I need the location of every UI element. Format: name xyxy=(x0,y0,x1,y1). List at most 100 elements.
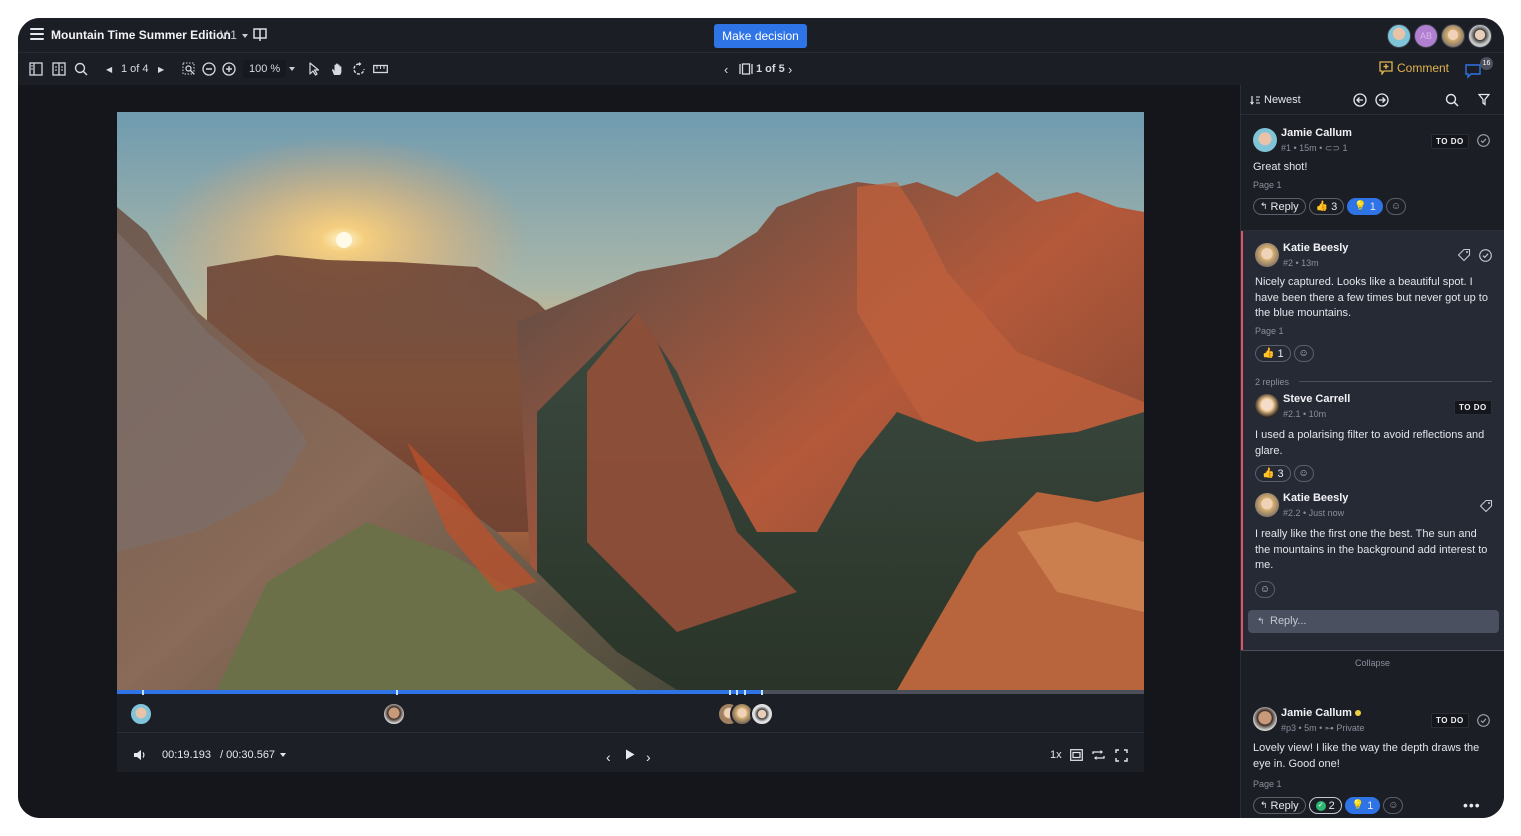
status-badge[interactable]: TO DO xyxy=(1431,713,1469,728)
loop-icon[interactable] xyxy=(1092,749,1105,761)
prev-frame-button[interactable]: ‹ xyxy=(606,749,611,765)
avatar[interactable] xyxy=(1441,24,1465,48)
duration-dropdown[interactable]: / 00:30.567 xyxy=(220,749,287,761)
zoom-dropdown[interactable] xyxy=(284,61,295,77)
comment-card[interactable]: Jamie Callum #1 • 15m • ⊂⊃ 1 TO DO Great… xyxy=(1241,116,1504,230)
next-asset-button[interactable]: › xyxy=(788,61,792,77)
avatar[interactable] xyxy=(1387,24,1411,48)
comment-marker[interactable] xyxy=(736,690,738,695)
avatar-initials: AB xyxy=(1419,31,1432,41)
caret-left-icon: ◀ xyxy=(106,64,113,74)
collapse-button[interactable]: Collapse xyxy=(1241,650,1504,670)
prev-page-button[interactable]: ◀ xyxy=(106,61,112,77)
add-reaction-button[interactable]: ☺ xyxy=(1293,345,1314,362)
menu-icon[interactable] xyxy=(30,28,44,40)
comment-author: Katie Beesly xyxy=(1283,242,1349,254)
status-badge[interactable]: TO DO xyxy=(1431,134,1469,149)
play-button[interactable] xyxy=(625,749,635,760)
like-reaction[interactable]: 👍 3 xyxy=(1255,465,1291,482)
reply-label: Reply xyxy=(1270,200,1299,213)
pointer-tool-icon[interactable] xyxy=(306,61,322,77)
approve-reaction[interactable]: ✓ 2 xyxy=(1308,797,1342,814)
zoom-out-icon[interactable] xyxy=(201,61,217,77)
prev-asset-button[interactable]: ‹ xyxy=(724,61,728,77)
resolve-check-icon[interactable] xyxy=(1477,714,1490,727)
private-label: Private xyxy=(1336,723,1365,733)
comment-text: Great shot! xyxy=(1253,161,1308,173)
add-reaction-button[interactable]: ☺ xyxy=(1255,581,1275,598)
comment-marker[interactable] xyxy=(729,690,731,695)
idea-count: 1 xyxy=(1369,200,1376,213)
sort-dropdown[interactable]: Newest xyxy=(1250,94,1301,106)
mountain-photo[interactable] xyxy=(117,112,1144,690)
search-icon[interactable] xyxy=(1445,93,1459,107)
tag-icon[interactable] xyxy=(1457,248,1471,262)
rotate-icon[interactable] xyxy=(351,61,367,77)
reply-button[interactable]: ↰ Reply xyxy=(1253,198,1306,215)
avatar xyxy=(1255,493,1279,517)
timeline-avatar[interactable] xyxy=(129,702,153,726)
next-frame-button[interactable]: › xyxy=(646,749,651,765)
prev-comment-icon[interactable] xyxy=(1353,93,1367,107)
sidebar-toggle-icon[interactable] xyxy=(28,61,44,77)
reply-arrow-icon: ↰ xyxy=(1260,201,1268,211)
comments-sidebar: Newest Jamie Callum #1 • 15m • ⊂⊃ 1 TO D… xyxy=(1240,85,1504,818)
comments-header: Newest xyxy=(1241,85,1504,115)
video-timeline: 00:19.193 / 00:30.567 ‹ › 1x xyxy=(117,690,1144,772)
add-comment-button[interactable]: Comment xyxy=(1379,61,1449,75)
idea-reaction[interactable]: 💡 1 xyxy=(1344,797,1381,814)
zoom-level-field[interactable]: 100 % xyxy=(243,60,287,78)
reply-author: Steve Carrell xyxy=(1283,393,1351,405)
comment-marker[interactable] xyxy=(142,690,144,695)
safe-zone-icon[interactable] xyxy=(1070,749,1083,761)
hand-tool-icon[interactable] xyxy=(329,61,345,77)
check-circle-icon: ✓ xyxy=(1315,800,1326,811)
fullscreen-icon[interactable] xyxy=(1115,749,1128,762)
filter-icon[interactable] xyxy=(1478,93,1490,106)
add-reaction-button[interactable]: ☺ xyxy=(1383,797,1404,814)
chevron-down-icon xyxy=(280,753,287,757)
comment-marker[interactable] xyxy=(744,690,746,695)
avatar[interactable]: AB xyxy=(1414,24,1438,48)
attachment-icon: ⊂⊃ xyxy=(1324,143,1340,153)
timeline-avatar[interactable] xyxy=(750,702,774,726)
reply-button[interactable]: ↰ Reply xyxy=(1253,797,1306,814)
compare-view-icon[interactable] xyxy=(51,61,67,77)
chevron-down-icon xyxy=(241,33,248,38)
duration-label: / 00:30.567 xyxy=(220,749,276,761)
tag-icon[interactable] xyxy=(1479,499,1493,513)
like-reaction[interactable]: 👍 3 xyxy=(1308,198,1345,215)
search-icon[interactable] xyxy=(73,61,89,77)
comment-marker[interactable] xyxy=(761,690,763,695)
comment-card[interactable]: Jamie Callum #p3 • 5m • ⊶ Private TO DO … xyxy=(1241,670,1504,818)
emoji-add-icon: ☺ xyxy=(1388,800,1399,811)
more-options-icon[interactable]: ••• xyxy=(1463,797,1481,813)
progress-fill[interactable] xyxy=(117,690,762,694)
zoom-in-icon[interactable] xyxy=(221,61,237,77)
avatar xyxy=(1255,243,1279,267)
avatar[interactable] xyxy=(1468,24,1492,48)
comment-meta: #p3 • 5m • ⊶ Private xyxy=(1281,723,1364,734)
comment-marker[interactable] xyxy=(396,690,398,695)
zoom-to-fit-icon[interactable] xyxy=(181,61,197,77)
reply-input[interactable]: ↰ Reply... xyxy=(1248,610,1499,633)
version-dropdown[interactable]: V.1 xyxy=(220,28,248,42)
presentation-icon[interactable] xyxy=(253,28,267,42)
resolve-check-icon[interactable] xyxy=(1477,134,1490,147)
add-reaction-button[interactable]: ☺ xyxy=(1293,465,1314,482)
comments-panel-button[interactable]: 16 xyxy=(1465,57,1493,79)
collaborator-avatars: AB xyxy=(1387,24,1492,48)
make-decision-button[interactable]: Make decision xyxy=(714,24,807,48)
next-comment-icon[interactable] xyxy=(1375,93,1389,107)
resolve-check-icon[interactable] xyxy=(1479,249,1492,262)
like-reaction[interactable]: 👍 1 xyxy=(1255,345,1291,362)
next-page-button[interactable]: ▶ xyxy=(158,61,164,77)
timeline-avatar[interactable] xyxy=(382,702,406,726)
playback-speed-button[interactable]: 1x xyxy=(1050,749,1062,761)
comment-text: Lovely view! I like the way the depth dr… xyxy=(1253,742,1480,770)
ruler-icon[interactable] xyxy=(372,61,388,77)
idea-reaction[interactable]: 💡 1 xyxy=(1347,198,1383,215)
volume-icon[interactable] xyxy=(133,749,146,761)
add-reaction-button[interactable]: ☺ xyxy=(1385,198,1406,215)
status-badge[interactable]: TO DO xyxy=(1454,400,1492,415)
